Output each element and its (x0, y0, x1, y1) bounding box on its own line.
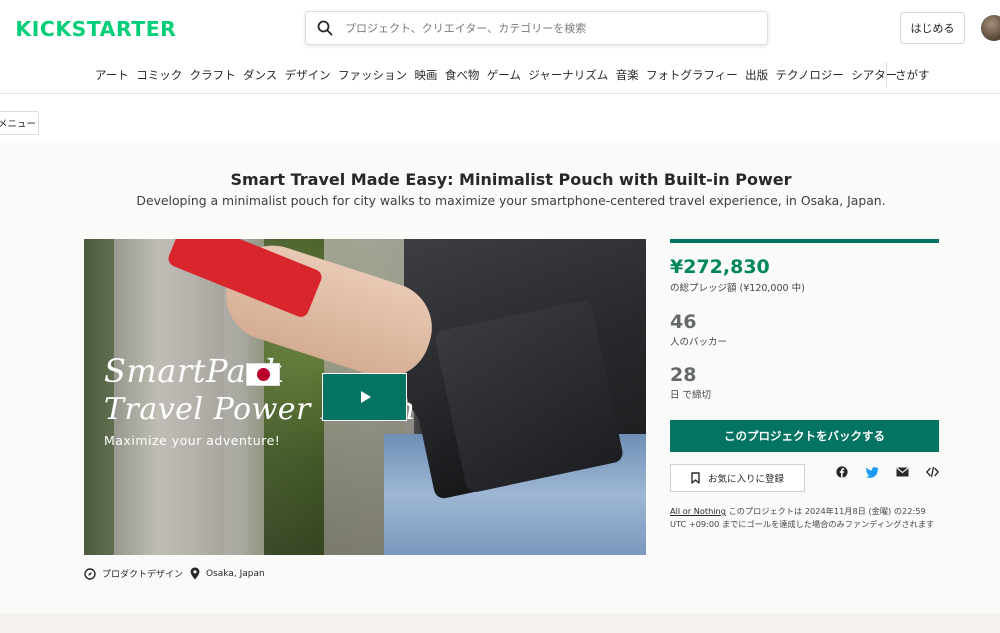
email-share[interactable] (894, 464, 910, 480)
nav-search-link[interactable]: さがす (895, 67, 930, 83)
facebook-share[interactable] (834, 464, 850, 480)
nav-item-comics[interactable]: コミック (136, 67, 182, 83)
funding-progress-bar (670, 239, 939, 243)
kickstarter-logo[interactable]: KICKSTARTER (15, 17, 176, 41)
nav-item-games[interactable]: ゲーム (487, 67, 521, 83)
days-left-count: 28 (670, 364, 697, 386)
back-project-button[interactable]: このプロジェクトをバックする (670, 420, 939, 452)
favorite-label: お気に入りに登録 (707, 474, 784, 485)
nav-item-food[interactable]: 食べ物 (445, 67, 480, 83)
menu-button[interactable]: メニュー (0, 111, 39, 135)
favorite-button[interactable]: お気に入りに登録 (670, 464, 805, 492)
funding-progress-fill (670, 239, 939, 243)
nav-item-theater[interactable]: シアター (851, 67, 897, 83)
search-icon (317, 20, 333, 36)
user-avatar[interactable] (981, 15, 1000, 41)
japan-flag-icon (246, 363, 280, 386)
nav-item-publishing[interactable]: 出版 (745, 67, 768, 83)
search-bar[interactable] (305, 11, 768, 45)
backers-count: 46 (670, 311, 697, 333)
nav-item-technology[interactable]: テクノロジー (776, 67, 844, 83)
all-or-nothing-link[interactable]: All or Nothing (670, 506, 726, 516)
project-location[interactable]: Osaka, Japan (190, 567, 265, 580)
category-nav: アート コミック クラフト ダンス デザイン ファッション 映画 食べ物 ゲーム… (0, 56, 1000, 94)
play-button[interactable] (322, 373, 407, 421)
project-category[interactable]: プロダクトデザイン (84, 567, 183, 580)
nav-item-crafts[interactable]: クラフト (190, 67, 236, 83)
project-video[interactable]: SmartPack Travel Power Pouch Maximize yo… (84, 239, 646, 555)
project-title: Smart Travel Made Easy: Minimalist Pouch… (230, 170, 792, 189)
twitter-icon (865, 466, 879, 478)
site-header: KICKSTARTER はじめる (0, 0, 1000, 56)
category-label: プロダクトデザイン (102, 570, 184, 580)
compass-icon (84, 567, 96, 580)
start-project-button[interactable]: はじめる (900, 12, 965, 44)
footer-band (0, 613, 1000, 633)
video-pouch (433, 299, 625, 494)
pledged-goal-label: の総プレッジ額 (¥120,000 中) (670, 283, 805, 294)
nav-divider (886, 62, 887, 88)
nav-item-photography[interactable]: フォトグラフィー (646, 67, 738, 83)
bookmark-icon (691, 472, 700, 484)
twitter-share[interactable] (864, 464, 880, 480)
pledged-amount: ¥272,830 (670, 256, 770, 278)
nav-item-journalism[interactable]: ジャーナリズム (528, 67, 608, 83)
all-or-nothing-notice: All or Nothing このプロジェクトは 2024年11月8日 (金曜)… (670, 505, 942, 530)
embed-share[interactable] (924, 464, 940, 480)
envelope-icon (895, 467, 909, 477)
days-left-label: 日 で締切 (670, 390, 712, 401)
nav-item-fashion[interactable]: ファッション (338, 67, 407, 83)
nav-item-art[interactable]: アート (95, 67, 129, 83)
nav-item-dance[interactable]: ダンス (243, 67, 277, 83)
nav-item-music[interactable]: 音楽 (616, 67, 639, 83)
category-nav-items: アート コミック クラフト ダンス デザイン ファッション 映画 食べ物 ゲーム… (95, 67, 905, 83)
location-pin-icon (190, 567, 200, 580)
nav-item-design[interactable]: デザイン (285, 67, 331, 83)
project-subtitle: Developing a minimalist pouch for city w… (136, 193, 886, 208)
location-label: Osaka, Japan (206, 568, 265, 579)
backers-label: 人のバッカー (670, 337, 728, 348)
search-input[interactable] (345, 21, 745, 35)
facebook-icon (836, 466, 848, 478)
video-overlay-tagline: Maximize your adventure! (104, 433, 281, 448)
code-icon (925, 467, 939, 477)
nav-item-film[interactable]: 映画 (414, 67, 437, 83)
